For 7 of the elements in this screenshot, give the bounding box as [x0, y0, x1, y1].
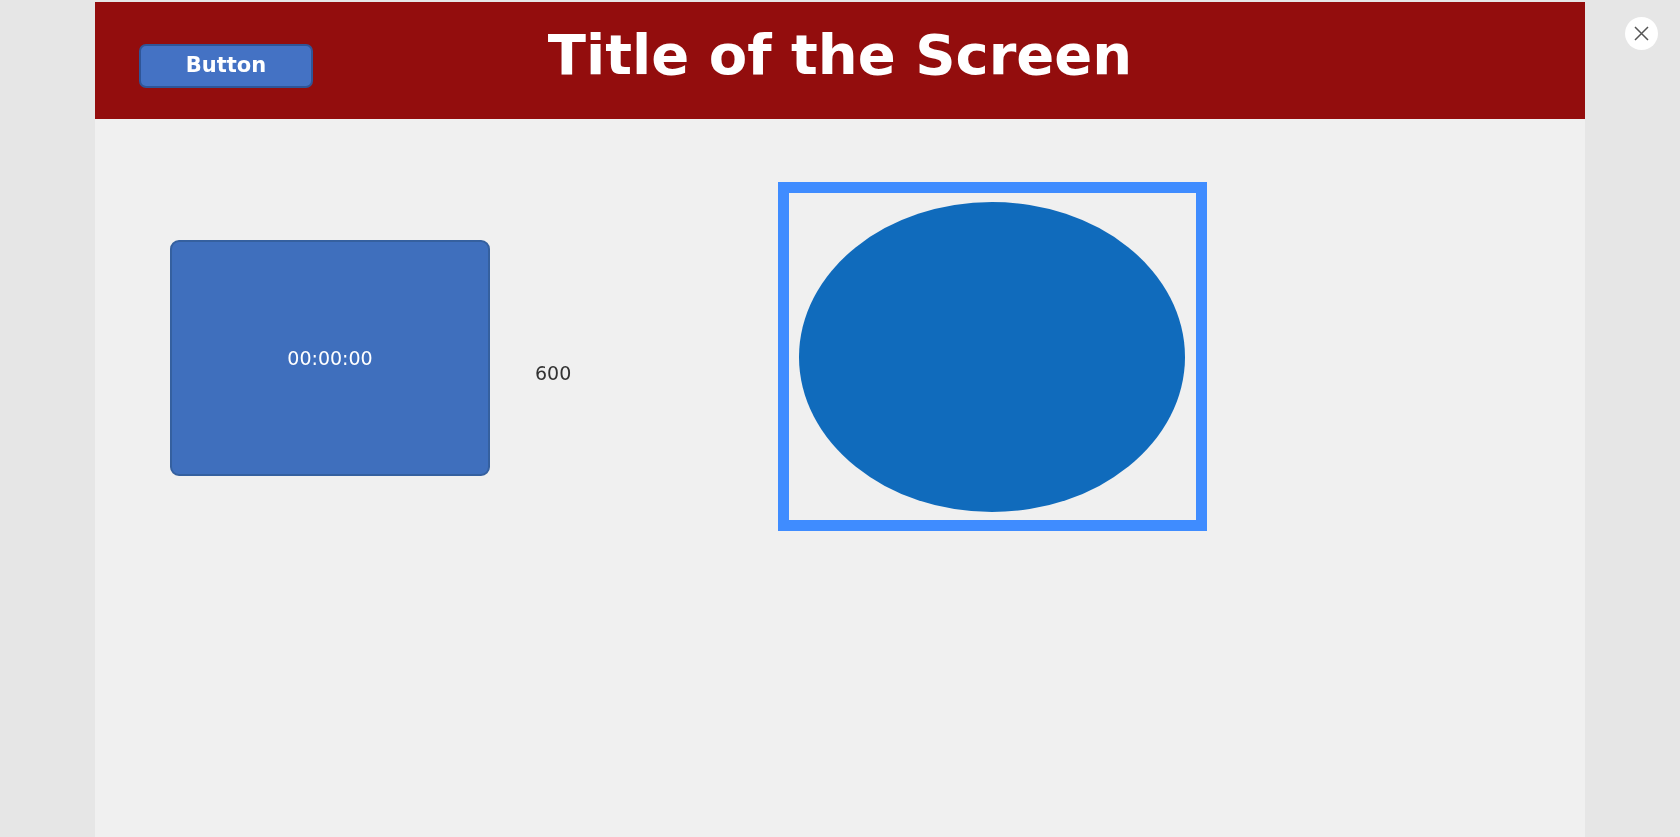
close-icon [1634, 26, 1649, 41]
screen-title: Title of the Screen [547, 24, 1133, 86]
close-button[interactable] [1625, 17, 1658, 50]
timer-display[interactable]: 00:00:00 [170, 240, 490, 476]
value-label: 600 [535, 361, 572, 386]
header-button[interactable]: Button [139, 44, 313, 88]
ellipse-shape[interactable] [799, 202, 1185, 512]
